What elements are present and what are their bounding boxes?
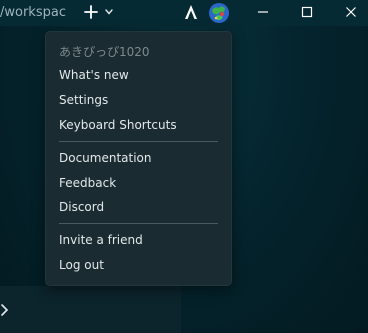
- chevron-down-icon: [105, 9, 113, 15]
- maximize-button[interactable]: [298, 3, 316, 21]
- title-bar: /workspac: [0, 0, 368, 26]
- bottom-panel: [0, 286, 181, 333]
- menu-username: あきぴっぴ1020: [59, 45, 150, 59]
- menu-item-documentation[interactable]: Documentation: [59, 151, 152, 165]
- plus-icon: [84, 5, 98, 19]
- warp-logo-icon: [185, 5, 197, 19]
- close-icon: [346, 7, 356, 17]
- menu-item-discord[interactable]: Discord: [59, 200, 104, 214]
- menu-item-settings[interactable]: Settings: [59, 93, 108, 107]
- avatar-button[interactable]: [208, 2, 230, 24]
- menu-item-invite-friend[interactable]: Invite a friend: [59, 233, 143, 247]
- tab-path-label[interactable]: /workspac: [0, 5, 66, 20]
- account-menu: あきぴっぴ1020 What's new Settings Keyboard S…: [45, 31, 232, 286]
- minimize-button[interactable]: [254, 3, 272, 21]
- new-tab-dropdown-button[interactable]: [103, 4, 115, 20]
- menu-item-feedback[interactable]: Feedback: [59, 176, 116, 190]
- close-button[interactable]: [342, 3, 360, 21]
- maximize-icon: [301, 6, 313, 18]
- warp-logo-button[interactable]: [182, 3, 200, 21]
- chevron-right-icon[interactable]: [0, 303, 10, 317]
- user-avatar-icon: [209, 3, 229, 23]
- minimize-icon: [258, 11, 268, 13]
- menu-divider: [59, 141, 218, 142]
- menu-item-keyboard-shortcuts[interactable]: Keyboard Shortcuts: [59, 118, 177, 132]
- menu-item-log-out[interactable]: Log out: [59, 258, 104, 272]
- new-tab-button[interactable]: [82, 3, 100, 21]
- menu-divider: [59, 223, 218, 224]
- menu-item-whats-new[interactable]: What's new: [59, 68, 129, 82]
